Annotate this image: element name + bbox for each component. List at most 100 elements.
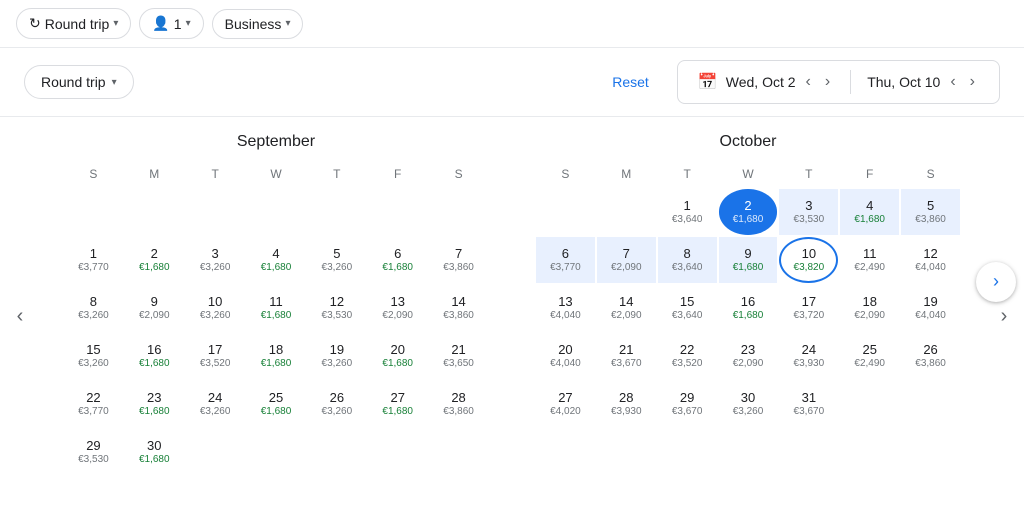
calendar-day[interactable]: 21€3,670 [597, 333, 656, 379]
calendar-day[interactable]: 25€1,680 [247, 381, 306, 427]
calendar-day[interactable]: 24€3,260 [186, 381, 245, 427]
calendar-day [186, 189, 245, 235]
calendar-day[interactable]: 7€2,090 [597, 237, 656, 283]
dow-w: W [719, 163, 778, 189]
calendar-day[interactable]: 16€1,680 [719, 285, 778, 331]
calendar-day[interactable]: 7€3,860 [429, 237, 488, 283]
dow-m: M [597, 163, 656, 189]
calendar-day[interactable]: 13€4,040 [536, 285, 595, 331]
reset-button[interactable]: Reset [612, 74, 649, 90]
calendar-day[interactable]: 5€3,260 [307, 237, 366, 283]
trip-type-label: Round trip [45, 16, 110, 32]
calendar-day[interactable]: 17€3,720 [779, 285, 838, 331]
top-nav: ↻ Round trip ▾ 👤 1 ▾ Business ▾ [0, 0, 1024, 48]
calendar-day[interactable]: 16€1,680 [125, 333, 184, 379]
calendar-day[interactable]: 18€2,090 [840, 285, 899, 331]
dow-t2: T [779, 163, 838, 189]
calendar-day[interactable]: 23€2,090 [719, 333, 778, 379]
calendar-day[interactable]: 2€1,680 [719, 189, 778, 235]
end-next-button[interactable]: › [966, 69, 979, 95]
calendar-day[interactable]: 10€3,820 [779, 237, 838, 283]
calendar-day[interactable]: 26€3,860 [901, 333, 960, 379]
calendar-day[interactable]: 14€3,860 [429, 285, 488, 331]
calendar-day[interactable]: 22€3,520 [658, 333, 717, 379]
september-grid: S M T W T F S [64, 163, 488, 189]
calendar-day[interactable]: 29€3,670 [658, 381, 717, 427]
calendar-day [125, 189, 184, 235]
calendar-day[interactable]: 27€1,680 [368, 381, 427, 427]
calendar-day[interactable]: 18€1,680 [247, 333, 306, 379]
calendar-day[interactable]: 29€3,530 [64, 429, 123, 475]
trip-type-icon: ↻ [29, 15, 41, 32]
calendar-day[interactable]: 3€3,530 [779, 189, 838, 235]
trip-type-button[interactable]: ↻ Round trip ▾ [16, 8, 131, 39]
calendar-day[interactable]: 23€1,680 [125, 381, 184, 427]
calendar-day [247, 429, 306, 475]
calendar-day[interactable]: 15€3,640 [658, 285, 717, 331]
calendar-day[interactable]: 10€3,260 [186, 285, 245, 331]
calendar-day[interactable]: 25€2,490 [840, 333, 899, 379]
calendar-day[interactable]: 19€3,260 [307, 333, 366, 379]
calendar-day[interactable]: 24€3,930 [779, 333, 838, 379]
calendar-day[interactable]: 2€1,680 [125, 237, 184, 283]
calendar-day[interactable]: 17€3,520 [186, 333, 245, 379]
calendar-day[interactable]: 26€3,260 [307, 381, 366, 427]
calendar-day[interactable]: 21€3,650 [429, 333, 488, 379]
calendar-day[interactable]: 8€3,640 [658, 237, 717, 283]
calendar-day[interactable]: 9€2,090 [125, 285, 184, 331]
date-separator [850, 70, 851, 94]
calendar-day[interactable]: 28€3,860 [429, 381, 488, 427]
calendar-day[interactable]: 14€2,090 [597, 285, 656, 331]
calendar-day[interactable]: 22€3,770 [64, 381, 123, 427]
calendar-day[interactable]: 9€1,680 [719, 237, 778, 283]
end-prev-button[interactable]: ‹ [946, 69, 959, 95]
calendar-day [186, 429, 245, 475]
calendar-day[interactable]: 11€1,680 [247, 285, 306, 331]
dow-s: S [536, 163, 595, 189]
calendar-day[interactable]: 6€3,770 [536, 237, 595, 283]
october-days: 1€3,6402€1,6803€3,5304€1,6805€3,860 6€3,7… [536, 189, 960, 427]
calendar-day[interactable]: 20€1,680 [368, 333, 427, 379]
start-prev-button[interactable]: ‹ [802, 69, 815, 95]
calendar-day[interactable]: 4€1,680 [247, 237, 306, 283]
calendar-day[interactable]: 28€3,930 [597, 381, 656, 427]
cabin-class-button[interactable]: Business ▾ [212, 9, 304, 39]
calendar-day [597, 189, 656, 235]
dow-t: T [658, 163, 717, 189]
end-date-label: Thu, Oct 10 [867, 74, 940, 90]
calendar-day[interactable]: 12€3,530 [307, 285, 366, 331]
calendar-day[interactable]: 13€2,090 [368, 285, 427, 331]
next-month-button[interactable]: › [984, 117, 1024, 515]
calendar-day[interactable]: 5€3,860 [901, 189, 960, 235]
calendar-day[interactable]: 3€3,260 [186, 237, 245, 283]
passengers-button[interactable]: 👤 1 ▾ [139, 8, 203, 39]
end-date-nav: Thu, Oct 10 ‹ › [867, 69, 979, 95]
calendar-day[interactable]: 1€3,770 [64, 237, 123, 283]
calendar-day[interactable]: 6€1,680 [368, 237, 427, 283]
main-layout: Copenhagen ⚙ All filters (1) 1 stop or f… [0, 48, 1024, 515]
calendar-day[interactable]: 8€3,260 [64, 285, 123, 331]
dow-m: M [125, 163, 184, 189]
calendar-day[interactable]: 20€4,040 [536, 333, 595, 379]
calendar-body: ‹ September S M T W T F S 1€3,7702€ [0, 117, 1024, 515]
prev-month-button[interactable]: ‹ [0, 117, 40, 515]
scroll-right-button[interactable]: › [976, 262, 1016, 302]
calendar-day[interactable]: 1€3,640 [658, 189, 717, 235]
calendar-day[interactable]: 30€3,260 [719, 381, 778, 427]
start-next-button[interactable]: › [821, 69, 834, 95]
calendar-day[interactable]: 30€1,680 [125, 429, 184, 475]
calendar-day[interactable]: 11€2,490 [840, 237, 899, 283]
calendar-day[interactable]: 19€4,040 [901, 285, 960, 331]
calendar-day [840, 381, 899, 427]
calendar-day [307, 429, 366, 475]
calendar-day[interactable]: 4€1,680 [840, 189, 899, 235]
dow-s: S [64, 163, 123, 189]
calendar-day[interactable]: 27€4,020 [536, 381, 595, 427]
chevron-down-icon: ▾ [285, 18, 290, 29]
calendar-day[interactable]: 12€4,040 [901, 237, 960, 283]
calendar-day [536, 189, 595, 235]
calendar-day [429, 429, 488, 475]
calendar-day[interactable]: 15€3,260 [64, 333, 123, 379]
cal-trip-type-button[interactable]: Round trip ▾ [24, 65, 134, 99]
calendar-day[interactable]: 31€3,670 [779, 381, 838, 427]
